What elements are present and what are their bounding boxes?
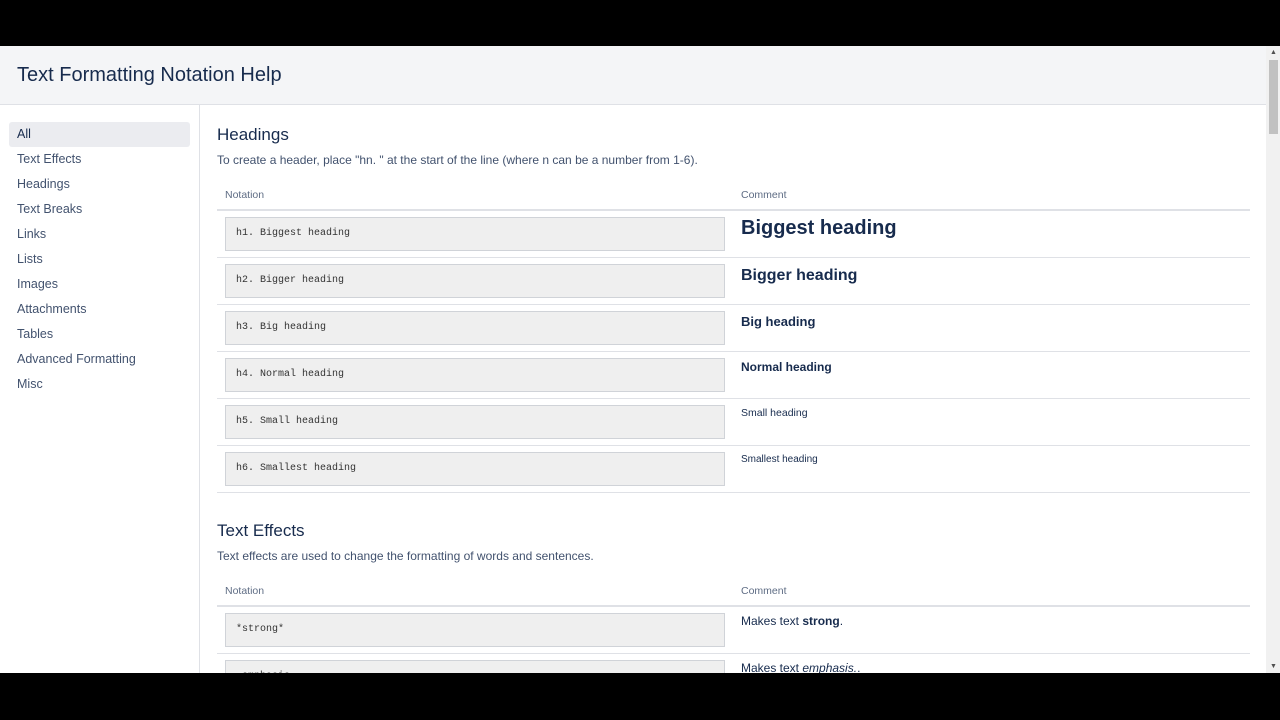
sidebar-item-lists[interactable]: Lists xyxy=(9,247,190,272)
comment-example: Smallest heading xyxy=(741,454,818,465)
sidebar-item-tables[interactable]: Tables xyxy=(9,322,190,347)
sidebar-item-headings[interactable]: Headings xyxy=(9,172,190,197)
comment-prefix: Makes text xyxy=(741,614,803,628)
column-header-comment: Comment xyxy=(733,576,1250,607)
section-description: Text effects are used to change the form… xyxy=(217,549,594,563)
headings-section: Headings To create a header, place "hn. … xyxy=(217,124,1250,493)
table-row: h1. Biggest heading Biggest heading xyxy=(217,210,1250,258)
table-row: h3. Big heading Big heading xyxy=(217,304,1250,352)
comment-example: Bigger heading xyxy=(741,267,858,284)
table-row: h5. Small heading Small heading xyxy=(217,398,1250,446)
table-row: _emphasis_ Makes text emphasis.. xyxy=(217,653,1250,673)
sidebar-item-all[interactable]: All xyxy=(9,122,190,147)
page-header: Text Formatting Notation Help xyxy=(0,46,1280,105)
comment-strong-example: strong xyxy=(802,614,840,628)
sidebar-item-misc[interactable]: Misc xyxy=(9,372,190,397)
table-row: h2. Bigger heading Bigger heading xyxy=(217,257,1250,305)
page-body: All Text Effects Headings Text Breaks Li… xyxy=(0,105,1266,673)
notation-code[interactable]: h3. Big heading xyxy=(225,311,725,345)
comment-example: Small heading xyxy=(741,407,808,419)
comment-example: Normal heading xyxy=(741,360,832,374)
section-description: To create a header, place "hn. " at the … xyxy=(217,153,698,167)
table-row: h4. Normal heading Normal heading xyxy=(217,351,1250,399)
comment-suffix: . xyxy=(839,614,844,628)
column-header-notation: Notation xyxy=(217,576,733,607)
sidebar-item-links[interactable]: Links xyxy=(9,222,190,247)
comment-text: Makes text strong. xyxy=(741,614,1242,628)
notation-code[interactable]: h1. Biggest heading xyxy=(225,217,725,251)
comment-example: Big heading xyxy=(741,314,816,329)
notation-table: Notation Comment *strong* Makes text str… xyxy=(217,576,1250,673)
column-header-comment: Comment xyxy=(733,180,1250,211)
scroll-up-arrow-icon[interactable]: ▲ xyxy=(1269,49,1278,57)
table-row: *strong* Makes text strong. xyxy=(217,606,1250,654)
comment-text: Makes text emphasis.. xyxy=(741,661,1242,673)
text-effects-section: Text Effects Text effects are used to ch… xyxy=(217,520,1250,673)
sidebar-nav: All Text Effects Headings Text Breaks Li… xyxy=(0,105,200,673)
comment-suffix: . xyxy=(857,661,861,673)
scrollbar-thumb[interactable] xyxy=(1269,60,1278,134)
section-title: Headings xyxy=(217,125,289,144)
sidebar-item-text-effects[interactable]: Text Effects xyxy=(9,147,190,172)
comment-example: Biggest heading xyxy=(741,217,897,239)
notation-table: Notation Comment h1. Biggest heading Big… xyxy=(217,180,1250,493)
sidebar-item-attachments[interactable]: Attachments xyxy=(9,297,190,322)
page-title: Text Formatting Notation Help xyxy=(17,63,282,86)
column-header-notation: Notation xyxy=(217,180,733,211)
main-content: Headings To create a header, place "hn. … xyxy=(200,105,1266,673)
comment-emphasis-example: emphasis. xyxy=(802,661,858,673)
notation-code[interactable]: *strong* xyxy=(225,613,725,647)
sidebar-item-images[interactable]: Images xyxy=(9,272,190,297)
notation-code[interactable]: h2. Bigger heading xyxy=(225,264,725,298)
comment-prefix: Makes text xyxy=(741,661,803,673)
scroll-down-arrow-icon[interactable]: ▼ xyxy=(1269,663,1278,671)
notation-code[interactable]: h6. Smallest heading xyxy=(225,452,725,486)
sidebar-item-text-breaks[interactable]: Text Breaks xyxy=(9,197,190,222)
section-title: Text Effects xyxy=(217,521,305,540)
help-page: Text Formatting Notation Help All Text E… xyxy=(0,46,1280,673)
table-row: h6. Smallest heading Smallest heading xyxy=(217,445,1250,493)
notation-code[interactable]: _emphasis_ xyxy=(225,660,725,673)
vertical-scrollbar[interactable]: ▲ ▼ xyxy=(1266,46,1280,673)
notation-code[interactable]: h4. Normal heading xyxy=(225,358,725,392)
sidebar-item-advanced-formatting[interactable]: Advanced Formatting xyxy=(9,347,190,372)
notation-code[interactable]: h5. Small heading xyxy=(225,405,725,439)
